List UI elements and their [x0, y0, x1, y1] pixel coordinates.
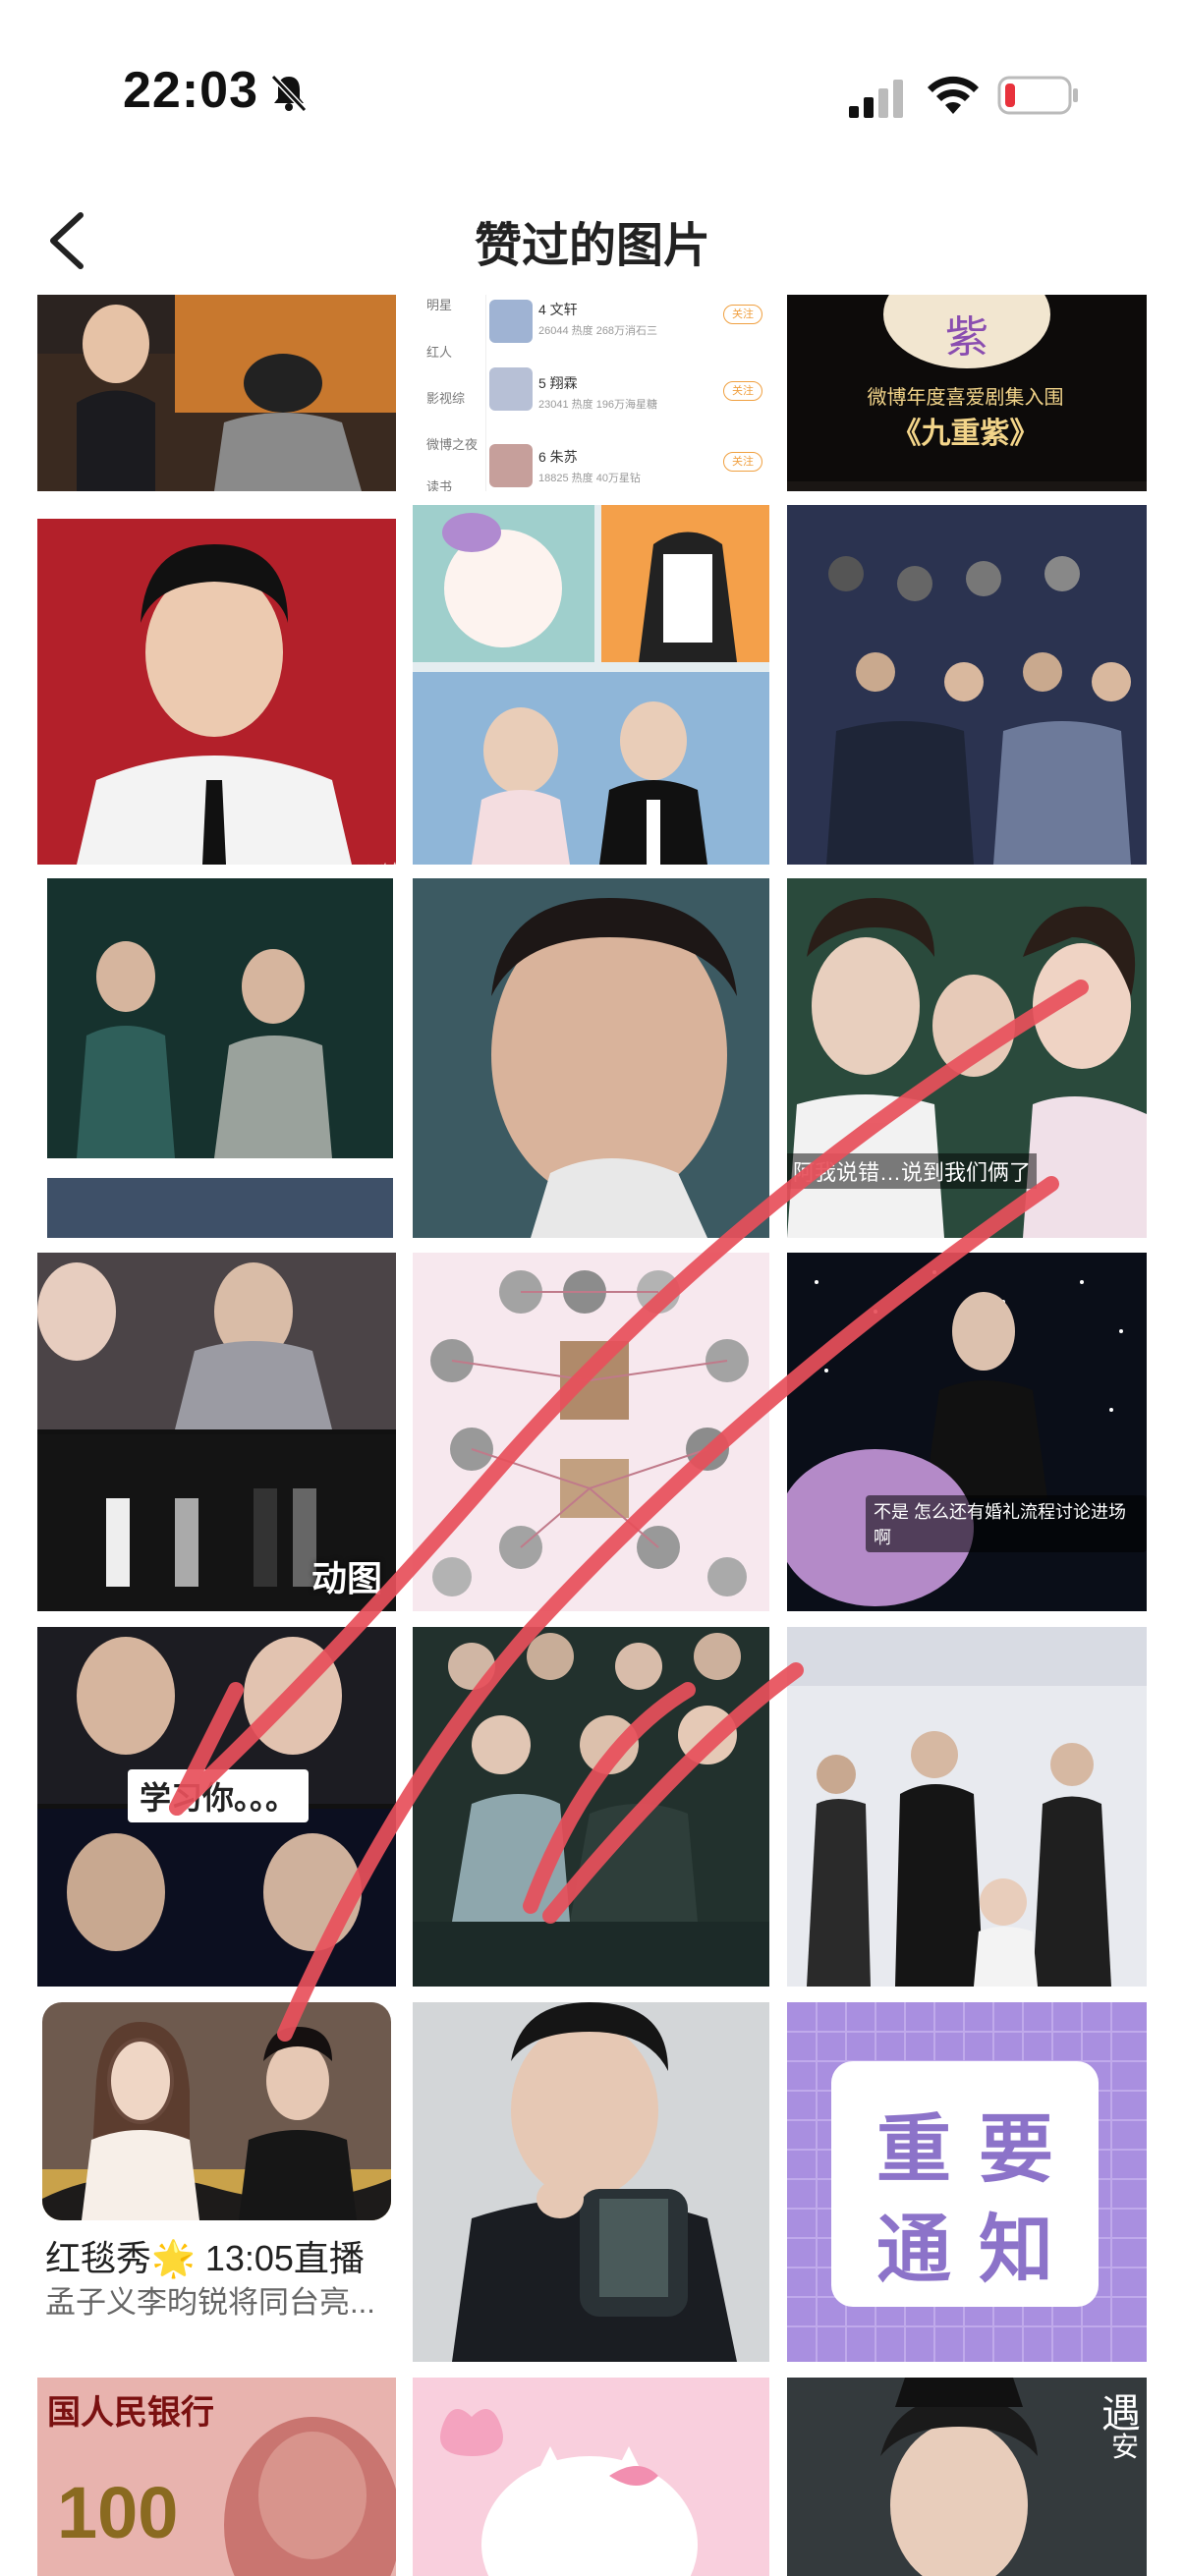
svg-text:安: 安	[1111, 2432, 1139, 2463]
image-tile[interactable]: 李昀锐	[37, 505, 396, 865]
image-tile[interactable]	[787, 505, 1147, 865]
image-tile[interactable]	[37, 295, 396, 491]
image-tile[interactable]	[413, 878, 769, 1238]
status-bar: 22:03	[0, 0, 1185, 187]
battery-low-icon	[997, 76, 1078, 115]
image-tile-award[interactable]: 紫 微博年度喜爱剧集入围 《九重紫》	[787, 295, 1147, 491]
image-tile[interactable]: 国人民银行 100	[37, 2378, 396, 2576]
promo-card[interactable]: 红毯秀🌟 13:05直播 孟子义李昀锐将同台亮...	[37, 2002, 396, 2362]
svg-text:遇: 遇	[1101, 2391, 1141, 2436]
image-tile[interactable]: 学习你。。。	[37, 1627, 396, 1987]
image-tile-ranking[interactable]: 明星 红人 影视综 微博之夜 读书 4 文轩 26044 热度 268万消石三 …	[413, 295, 769, 491]
navigation-bar: 赞过的图片	[0, 187, 1185, 295]
image-tile[interactable]	[413, 1253, 769, 1611]
status-time: 22:03	[123, 62, 258, 119]
image-tile[interactable]	[413, 2002, 769, 2362]
wifi-icon	[928, 76, 979, 114]
image-tile[interactable]: 遇 安	[787, 2378, 1147, 2576]
page-title: 赞过的图片	[474, 220, 710, 272]
image-tile[interactable]	[413, 2378, 769, 2576]
bell-muted-icon	[270, 74, 308, 113]
svg-text:紫: 紫	[945, 313, 988, 362]
image-tile-gif[interactable]: 动图	[37, 1253, 396, 1611]
image-tile-notice[interactable]: 重要 通知	[787, 2002, 1147, 2362]
image-tile[interactable]: 不是 怎么还有婚礼流程讨论进场啊	[787, 1253, 1147, 1611]
image-tile[interactable]	[787, 1627, 1147, 1987]
image-tile[interactable]	[37, 878, 396, 1238]
liked-images-grid: 明星 红人 影视综 微博之夜 读书 4 文轩 26044 热度 268万消石三 …	[0, 295, 1185, 2576]
card-title: 红毯秀🌟 13:05直播	[45, 2238, 365, 2278]
image-tile[interactable]	[413, 1627, 769, 1987]
image-tile[interactable]	[413, 505, 769, 865]
card-subtitle: 孟子义李昀锐将同台亮...	[45, 2285, 375, 2320]
cellular-signal-icon	[849, 80, 903, 118]
image-tile[interactable]: 阿我说错…说到我们俩了	[787, 878, 1147, 1238]
gif-badge: 动图	[310, 1558, 382, 1598]
notice-card: 重要 通知	[831, 2061, 1099, 2307]
